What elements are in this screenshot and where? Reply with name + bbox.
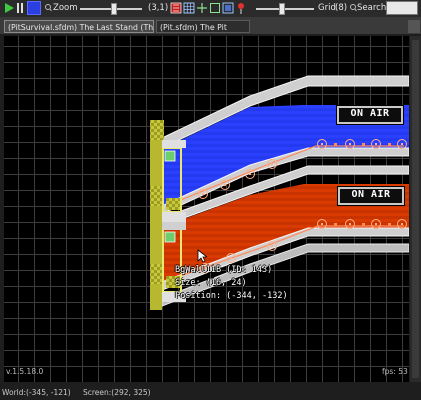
track-node-center: [271, 163, 273, 165]
tooltip-position: Position: (-344, -132): [175, 291, 288, 301]
status-bar: World:(-345, -121) Screen:(292, 325): [0, 384, 421, 400]
tooltip-size: Size: (16, 24): [175, 278, 247, 288]
toolbar: Zoom (3,1) Grid (8) Search: [0, 0, 421, 18]
search-icon-wrap: [349, 1, 357, 15]
pillar: [150, 140, 162, 310]
on-air-sign-top: ON AIR: [337, 106, 403, 124]
right-panel-scroll[interactable]: [412, 40, 419, 378]
grid-value: (8): [335, 3, 348, 13]
track-node-center: [230, 257, 232, 259]
track-node[interactable]: [371, 219, 381, 229]
pin-icon[interactable]: [235, 1, 247, 15]
play-icon: [5, 3, 14, 13]
pillar-checker-2: [150, 264, 162, 284]
fps-label: fps: 53: [382, 367, 408, 376]
search-input[interactable]: [386, 1, 418, 15]
pillar-green-1: [164, 150, 176, 162]
track-dot: [362, 143, 365, 146]
track-node[interactable]: [245, 169, 255, 179]
grid-slider-knob[interactable]: [279, 3, 286, 15]
magnifier-icon: [45, 4, 52, 12]
track-node-center: [401, 223, 403, 225]
zoom-label: Zoom: [53, 3, 78, 13]
track-dot: [388, 143, 391, 146]
track-dot: [388, 223, 391, 226]
track-node-center: [271, 245, 273, 247]
tab-bar-end: [408, 20, 420, 33]
pillar-green-2: [164, 231, 176, 243]
track-node[interactable]: [397, 219, 407, 229]
tab-bar: (PitSurvival.sfdm) The Last Stand (The P…: [0, 18, 421, 34]
right-panel: [410, 36, 421, 382]
version-label: v.1.5.18.0: [6, 367, 44, 376]
screen-coords: Screen:(292, 325): [83, 388, 151, 397]
search-icon: [350, 4, 357, 12]
world-coords: World:(-345, -121): [2, 388, 71, 397]
pause-icon: [17, 3, 23, 13]
track-node-center: [249, 173, 251, 175]
track-node[interactable]: [198, 189, 208, 199]
track-node-center: [349, 223, 351, 225]
grid-label: Grid: [318, 3, 336, 13]
track-node[interactable]: [317, 219, 327, 229]
pillar-top: [150, 120, 164, 140]
pause-button[interactable]: [16, 1, 24, 15]
track-node[interactable]: [226, 253, 236, 263]
map-canvas[interactable]: ON AIR ON AIR BgWall11B (ID: 143) Size: …: [4, 36, 409, 382]
track-node-center: [375, 223, 377, 225]
pillar-checker-3: [166, 198, 180, 210]
track-node[interactable]: [345, 139, 355, 149]
pillar-block-1: [162, 140, 186, 148]
on-air-sign-bottom: ON AIR: [338, 187, 404, 205]
tool-buttons: [170, 1, 250, 15]
pillar-block-3: [162, 222, 186, 230]
track-dot: [362, 223, 365, 226]
tooltip-object-name: BgWall11B (ID: 143): [175, 265, 273, 275]
scene: [150, 75, 409, 310]
track-node-center: [375, 143, 377, 145]
track-node-center: [349, 143, 351, 145]
pillar-checker-1: [150, 186, 162, 206]
track-node-center: [224, 184, 226, 186]
track-node-center: [401, 143, 403, 145]
track-node[interactable]: [345, 219, 355, 229]
zoom-slider-knob[interactable]: [111, 3, 118, 15]
track-node[interactable]: [267, 241, 277, 251]
blue-square-button[interactable]: [27, 1, 41, 15]
grid-tool-icon[interactable]: [183, 1, 195, 15]
tab-pit-survival[interactable]: (PitSurvival.sfdm) The Last Stand (The P…: [4, 20, 154, 33]
track-node-center: [202, 193, 204, 195]
track-node[interactable]: [220, 180, 230, 190]
cross-tool-icon[interactable]: [196, 1, 208, 15]
pillar-block-2: [162, 212, 186, 222]
zoom-icon-wrap: [44, 1, 52, 15]
select-tool-icon[interactable]: [170, 1, 182, 15]
layout-tool-icon[interactable]: [222, 1, 234, 15]
track-node[interactable]: [371, 139, 381, 149]
track-dot: [334, 143, 337, 146]
tab-pit[interactable]: (Pit.sfdm) The Pit: [156, 20, 250, 33]
track-node[interactable]: [267, 159, 277, 169]
track-node[interactable]: [317, 139, 327, 149]
mouse-cursor-icon: [197, 249, 207, 263]
track-dot: [334, 223, 337, 226]
search-label: Search: [357, 3, 387, 13]
track-node[interactable]: [397, 139, 407, 149]
play-button[interactable]: [3, 1, 15, 15]
track-node-center: [321, 223, 323, 225]
track-node-center: [321, 143, 323, 145]
object-tooltip: BgWall11B (ID: 143) Size: (16, 24) Posit…: [175, 264, 288, 303]
frame-tool-icon[interactable]: [209, 1, 221, 15]
zoom-level: (3,1): [148, 3, 169, 13]
